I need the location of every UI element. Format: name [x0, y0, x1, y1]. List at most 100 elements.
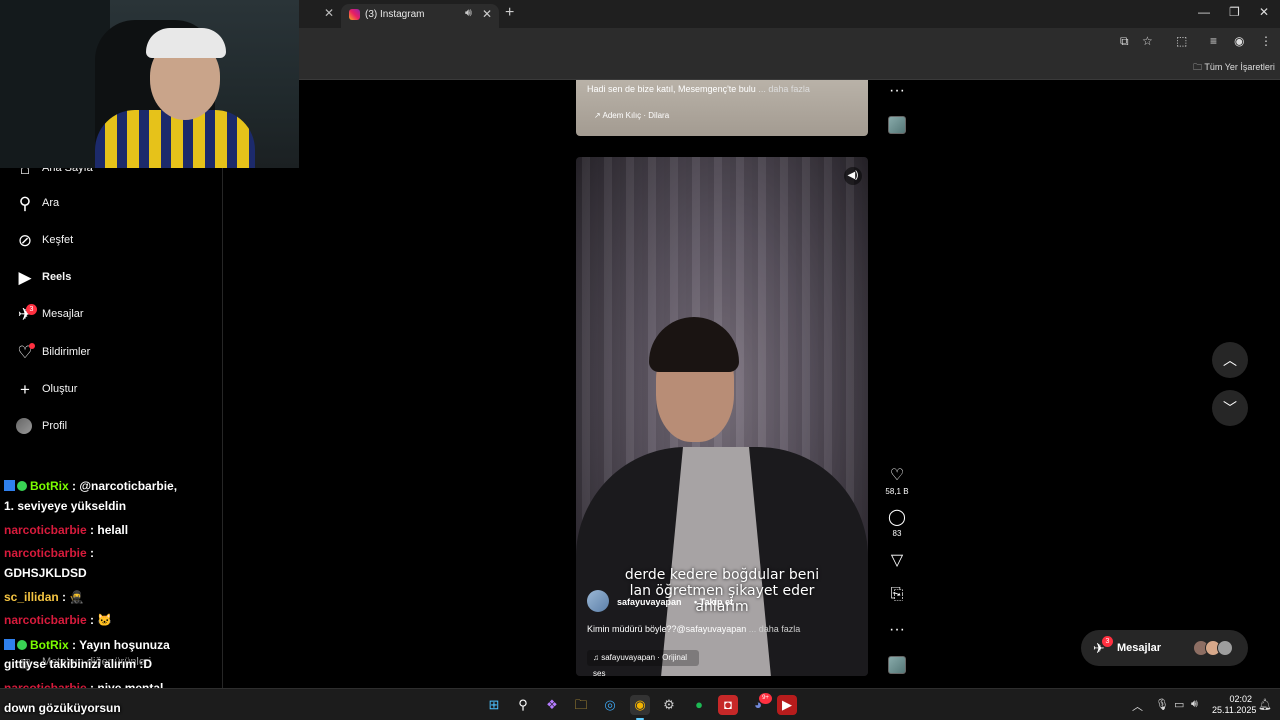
sidebar-item-label: Ara [42, 197, 60, 209]
youtube-icon[interactable]: ▶ [777, 695, 797, 715]
copilot-icon[interactable]: ❖ [542, 695, 562, 715]
audio-label: Adem Kılıç · Dilara [602, 111, 670, 120]
next-reel-button[interactable]: ﹀ [1212, 390, 1248, 426]
bookmark-star-icon[interactable]: ☆ [1142, 34, 1153, 48]
bookmark-icon: ⎘ [890, 586, 904, 603]
verified-icon [17, 640, 27, 650]
tab-audio-icon[interactable]: 🔊︎ [465, 7, 472, 20]
reel-video[interactable]: ◀) derde kedere boğdular beni lan öğretm… [576, 157, 868, 676]
sidebar-item-reels[interactable]: ▶ Reels [0, 261, 223, 295]
reel-user-avatar[interactable] [587, 590, 609, 612]
more-options-button[interactable]: ··· [884, 82, 910, 100]
volume-icon[interactable]: ◀) [844, 167, 862, 185]
webcam-overlay [0, 0, 299, 168]
more-link[interactable]: ... daha fazla [749, 624, 801, 634]
previous-reel-button[interactable]: ︿ [1212, 342, 1248, 378]
previous-audio-thumbnail[interactable] [888, 116, 906, 134]
minimize-icon[interactable]: — [1198, 5, 1210, 19]
comment-button[interactable]: ◯ 83 [884, 509, 910, 538]
previous-reel-audio[interactable]: ↗ Adem Kılıç · Dilara [594, 111, 669, 120]
tab-instagram[interactable]: (3) Instagram 🔊︎ ✕ [341, 4, 499, 28]
sidebar-item-create[interactable]: + Oluştur [0, 373, 223, 407]
tab-close-icon[interactable]: ✕ [482, 7, 492, 21]
spotify-icon[interactable]: ● [689, 695, 709, 715]
share-button[interactable]: ▽ [884, 552, 910, 570]
chat-username: narcoticbarbie [4, 546, 87, 560]
like-count: 58,1 B [885, 487, 909, 496]
previous-reel-caption: Hadi sen de bize katıl, Mesemgenç'te bul… [587, 84, 810, 94]
media-controls-icon[interactable]: ≡ [1210, 34, 1217, 48]
sidebar-item-explore[interactable]: ⊘ Keşfet [0, 224, 223, 258]
sidebar-item-label: Oluştur [42, 383, 78, 395]
messages-badge: 3 [1102, 636, 1113, 647]
browser-menu-icon[interactable]: ⋮ [1260, 34, 1272, 48]
emote-icon: 🥷 [69, 590, 85, 604]
address-bar[interactable] [300, 31, 1100, 53]
chat-text: : [58, 590, 67, 604]
subtitle-line: derde kedere boğdular beni [624, 567, 820, 583]
chat-username: sc_illidan [4, 590, 59, 604]
send-icon: ▽ [890, 552, 904, 569]
reel-audio-link[interactable]: ♫ safayuvayapan · Orijinal ses [587, 650, 699, 676]
chat-username: BotRix [30, 479, 69, 493]
sidebar-item-notifications[interactable]: ♡ Bildirimler [0, 336, 223, 370]
new-tab-button[interactable]: + [505, 4, 514, 22]
sidebar-item-profile[interactable]: Profil [0, 410, 223, 444]
more-icon: ··· [889, 621, 905, 638]
network-icon[interactable]: ▭ [1174, 698, 1184, 711]
messages-badge: 3 [26, 304, 37, 315]
sidebar-item-messages[interactable]: ✈ 3 Mesajlar [0, 298, 223, 332]
reel-caption: Kimin müdürü böyle??@safayuvayapan ... d… [587, 624, 800, 634]
start-icon[interactable]: ⊞ [484, 695, 504, 715]
sidebar-item-label: Mesajlar [42, 308, 84, 320]
chat-username: narcoticbarbie [4, 523, 87, 537]
all-bookmarks-button[interactable]: 🗀︎ Tüm Yer İşaretleri [1193, 60, 1275, 76]
extensions-icon[interactable]: ⬚ [1176, 34, 1187, 48]
chat-text: gittiyse takibinizi alırım :D [4, 657, 153, 671]
chat-message: narcoticbarbie : 🐱 [4, 610, 112, 630]
chat-message: sc_illidan : 🥷 [4, 587, 84, 607]
more-link[interactable]: ... daha fazla [758, 84, 810, 94]
reel-more-button[interactable]: ··· [884, 621, 910, 639]
chrome-icon[interactable]: ◉ [630, 695, 650, 715]
notifications-icon[interactable]: 🔔︎ [1258, 698, 1272, 711]
tray-overflow-icon[interactable]: ︿ [1132, 698, 1143, 714]
comment-count: 83 [892, 529, 902, 538]
like-button[interactable]: ♡ 58,1 B [884, 467, 910, 496]
search-icon[interactable]: ⚲ [513, 695, 533, 715]
streamer-jersey [95, 110, 255, 168]
reel-audio-thumbnail[interactable] [888, 656, 906, 674]
reel-username[interactable]: safayuvayapan [617, 597, 682, 607]
sidebar-item-search[interactable]: ⚲ Ara [0, 187, 223, 221]
reels-icon: ▶ [18, 268, 32, 287]
install-app-icon[interactable]: ⧉ [1120, 34, 1129, 49]
caption-text: Hadi sen de bize katıl, Mesemgenç'te bul… [587, 84, 756, 94]
chat-message: narcoticbarbie : [4, 543, 94, 563]
notification-dot [29, 343, 35, 349]
system-clock[interactable]: 02:02 25.11.2025 [1212, 694, 1256, 716]
sidebar-item-label: Bildirimler [42, 346, 91, 358]
windows-taskbar: ⊞ ⚲ ❖ 🗀︎ ◎ ◉ ⚙ ● ◘ ◕ 9+ ▶ ︿ 🎙︎ ▭ 🔊︎ 02:0… [0, 688, 1280, 720]
microphone-icon[interactable]: 🎙︎ [1155, 698, 1169, 711]
search-icon: ⚲ [18, 194, 32, 213]
edge-icon[interactable]: ◎ [600, 695, 620, 715]
window-close-icon[interactable]: ✕ [1259, 5, 1269, 19]
follow-button[interactable]: • Takip et [694, 597, 733, 607]
messages-pill[interactable]: ✈ 3 Mesajlar [1081, 630, 1248, 666]
close-tab-icon[interactable]: ✕ [322, 6, 336, 20]
audio-arrow-icon: ↗ [594, 111, 601, 120]
file-explorer-icon[interactable]: 🗀︎ [571, 695, 591, 715]
chat-username: BotRix [30, 638, 69, 652]
chat-text: : @narcoticbarbie, [68, 479, 178, 493]
cat-emote-icon: 🐱 [97, 613, 113, 627]
chevron-down-icon: ﹀ [1223, 400, 1237, 416]
kick-badge-icon [4, 639, 15, 650]
sidebar-item-label: Keşfet [42, 234, 74, 246]
app-icon[interactable]: ◘ [718, 695, 738, 715]
restore-icon[interactable]: ❐ [1229, 5, 1240, 19]
profile-avatar[interactable]: ◉ [1234, 34, 1244, 48]
volume-icon[interactable]: 🔊︎ [1191, 698, 1198, 711]
save-button[interactable]: ⎘ [884, 586, 910, 604]
chat-message: narcoticbarbie : helall [4, 520, 128, 540]
settings-icon[interactable]: ⚙ [659, 695, 679, 715]
